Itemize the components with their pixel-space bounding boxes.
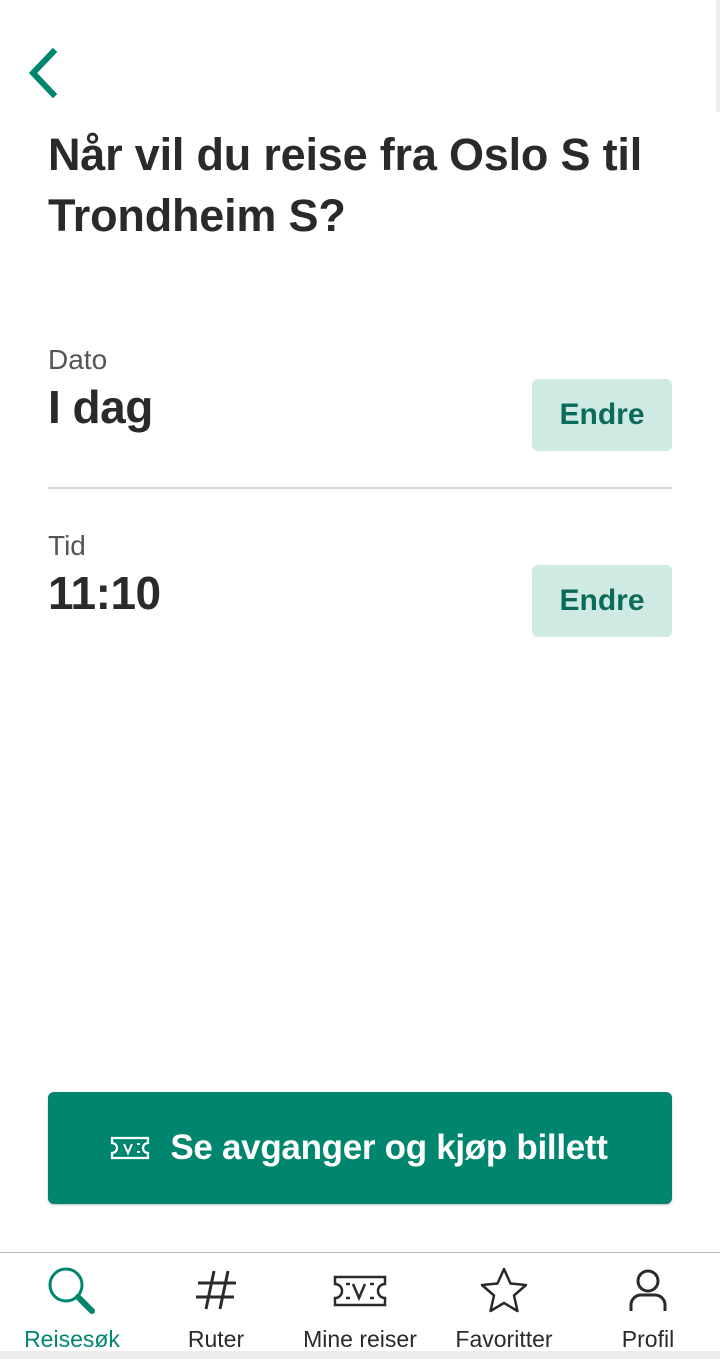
question-prefix: Når vil du reise fra <box>48 129 449 180</box>
chevron-left-icon <box>28 48 58 98</box>
tab-ruter[interactable]: Ruter <box>144 1253 288 1359</box>
scroll-edge <box>716 0 720 112</box>
divider <box>48 487 672 489</box>
see-departures-button[interactable]: Se avganger og kjøp billett <box>48 1092 672 1204</box>
question-middle: til <box>590 129 643 180</box>
tab-profil[interactable]: Profil <box>576 1253 720 1359</box>
tab-label: Reisesøk <box>24 1326 120 1352</box>
tab-label: Mine reiser <box>303 1326 417 1352</box>
search-icon <box>44 1263 100 1319</box>
question-suffix: ? <box>318 190 346 241</box>
system-bottom-strip <box>0 1351 720 1359</box>
bottom-tab-bar: Reisesøk Ruter Mine reiser Favoritter Pr… <box>0 1252 720 1359</box>
time-label: Tid <box>48 530 86 561</box>
tab-reisesok[interactable]: Reisesøk <box>0 1253 144 1359</box>
see-departures-label: Se avganger og kjøp billett <box>170 1128 608 1167</box>
change-date-button[interactable]: Endre <box>532 379 672 451</box>
tab-favoritter[interactable]: Favoritter <box>432 1253 576 1359</box>
ticket-icon <box>110 1135 150 1161</box>
tab-mine-reiser[interactable]: Mine reiser <box>288 1253 432 1359</box>
hash-icon <box>188 1263 244 1319</box>
page-title: Når vil du reise fra Oslo S til Trondhei… <box>48 124 688 246</box>
person-icon <box>620 1263 676 1319</box>
tab-label: Profil <box>621 1326 675 1352</box>
from-station: Oslo S <box>448 129 591 180</box>
date-label: Dato <box>48 344 108 375</box>
tab-label: Ruter <box>187 1326 245 1352</box>
change-time-button[interactable]: Endre <box>532 565 672 637</box>
date-field: Dato I dag Endre <box>48 343 672 453</box>
back-button[interactable] <box>18 44 66 102</box>
ticket-icon <box>332 1263 388 1319</box>
tab-label: Favoritter <box>455 1326 553 1352</box>
star-icon <box>476 1263 532 1319</box>
time-field: Tid 11:10 Endre <box>48 529 672 639</box>
to-station: Trondheim S <box>48 190 319 241</box>
journey-time-screen: Når vil du reise fra Oslo S til Trondhei… <box>0 0 720 1359</box>
